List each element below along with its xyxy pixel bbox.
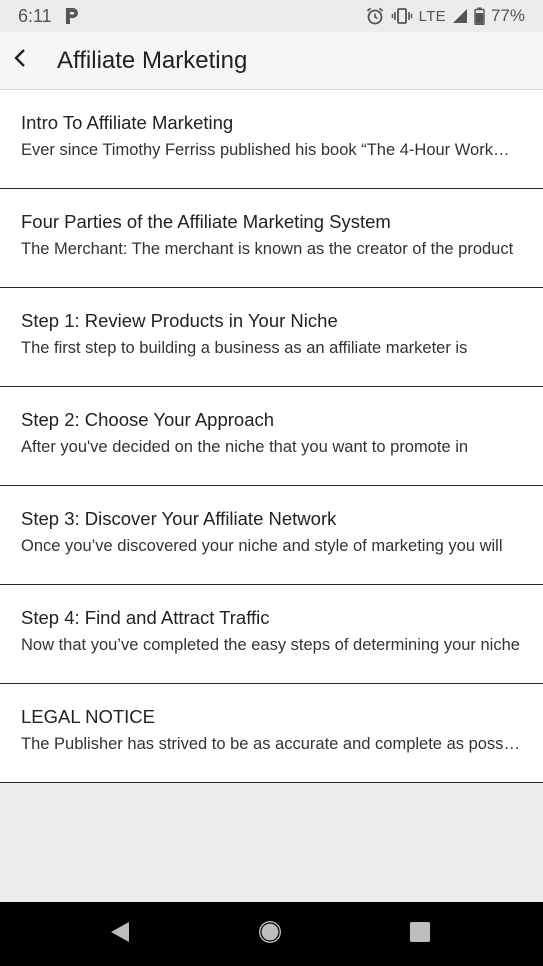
list-item-subtitle: Once you’ve discovered your niche and st… — [21, 537, 503, 555]
list-item[interactable]: Step 1: Review Products in Your Niche Th… — [0, 288, 543, 387]
list-item[interactable]: Step 4: Find and Attract Traffic Now tha… — [0, 585, 543, 684]
nav-back-button[interactable] — [100, 902, 140, 966]
chapter-list: Intro To Affiliate Marketing Ever since … — [0, 90, 543, 783]
list-item[interactable]: LEGAL NOTICE The Publisher has strived t… — [0, 684, 543, 783]
back-button[interactable] — [3, 44, 37, 78]
signal-icon — [452, 8, 468, 24]
nav-recents-button[interactable] — [400, 902, 440, 966]
alarm-icon — [365, 6, 385, 26]
list-item-title: LEGAL NOTICE — [21, 706, 155, 727]
list-item-title: Step 4: Find and Attract Traffic — [21, 607, 270, 628]
list-item-title: Intro To Affiliate Marketing — [21, 112, 234, 133]
list-item-subtitle: After you've decided on the niche that y… — [21, 438, 469, 456]
screen: 6:11 LTE 77% Affiliate Marketing Intro T… — [0, 0, 543, 966]
status-time: 6:11 — [18, 5, 52, 26]
battery-percent: 77% — [490, 6, 525, 25]
app-bar: Affiliate Marketing — [0, 32, 543, 90]
nav-recents-icon — [409, 921, 431, 948]
list-item[interactable]: Four Parties of the Affiliate Marketing … — [0, 189, 543, 288]
list-item[interactable]: Step 3: Discover Your Affiliate Network … — [0, 486, 543, 585]
list-item-subtitle: The Merchant: The merchant is known as t… — [21, 240, 514, 258]
chevron-left-icon — [12, 48, 28, 73]
list-item[interactable]: Intro To Affiliate Marketing Ever since … — [0, 90, 543, 189]
nav-home-icon — [257, 919, 283, 950]
nav-home-button[interactable] — [250, 902, 290, 966]
page-title: Affiliate Marketing — [57, 46, 248, 74]
network-type: LTE — [418, 7, 446, 25]
list-item-subtitle: Ever since Timothy Ferriss published his… — [21, 141, 521, 159]
list-item-title: Four Parties of the Affiliate Marketing … — [21, 211, 391, 232]
status-right: LTE 77% — [365, 6, 525, 26]
battery-icon — [474, 7, 485, 25]
status-bar: 6:11 LTE 77% — [0, 0, 543, 32]
p-icon — [64, 7, 80, 25]
nav-back-icon — [109, 920, 131, 949]
list-item[interactable]: Step 2: Choose Your Approach After you'v… — [0, 387, 543, 486]
list-item-title: Step 2: Choose Your Approach — [21, 409, 275, 430]
list-item-title: Step 1: Review Products in Your Niche — [21, 310, 338, 331]
vibrate-icon — [391, 7, 413, 25]
list-item-subtitle: The Publisher has strived to be as accur… — [21, 735, 521, 753]
status-left: 6:11 — [18, 6, 80, 27]
system-nav-bar — [0, 902, 543, 966]
list-item-subtitle: The first step to building a business as… — [21, 339, 468, 357]
list-item-title: Step 3: Discover Your Affiliate Network — [21, 508, 337, 529]
list-item-subtitle: Now that you’ve completed the easy steps… — [21, 636, 520, 654]
